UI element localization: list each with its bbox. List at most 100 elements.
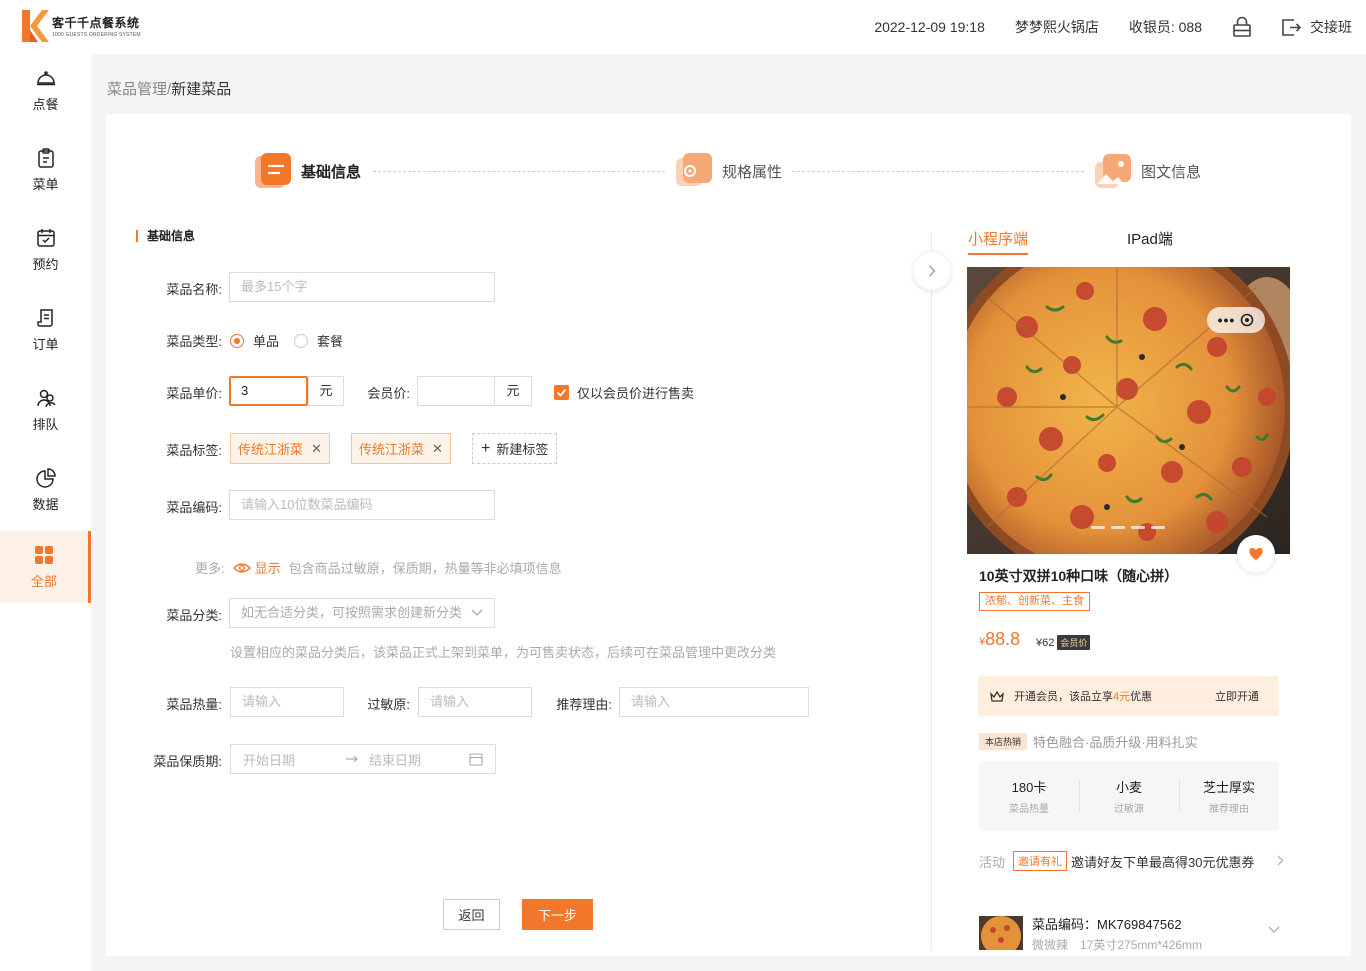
code-label: 菜品编码: [166, 500, 222, 515]
breadcrumb: 菜品管理/新建菜品 [107, 78, 231, 99]
hot-badge: 本店热销 [979, 733, 1028, 750]
sidebar-item-orders[interactable]: 订单 [0, 294, 91, 366]
type-radio-single[interactable]: 单品 [230, 331, 279, 350]
more-dots-icon[interactable]: ••• [1218, 312, 1236, 328]
logo-title: 客千千点餐系统 [52, 16, 140, 30]
settings-step-icon [676, 153, 712, 186]
tags-label: 菜品标签: [166, 443, 222, 458]
step-basic-info[interactable]: 基础信息 [254, 152, 361, 190]
step-spec-attr[interactable]: 规格属性 [675, 152, 782, 190]
price-label: 菜品单价: [166, 386, 222, 401]
sidebar-item-all[interactable]: 全部 [0, 531, 91, 603]
stat-key: 过敏源 [1114, 804, 1144, 815]
type-radio-combo[interactable]: 套餐 [294, 331, 343, 350]
member-badge: 会员价 [1057, 635, 1091, 650]
lock-button[interactable] [1232, 16, 1252, 38]
preview-member-price: ¥62 会员价 [1036, 635, 1091, 650]
sidebar-item-label: 预约 [32, 257, 59, 272]
miniprogram-capsule[interactable]: ••• [1207, 307, 1265, 333]
sidebar-item-order[interactable]: 点餐 [0, 54, 91, 126]
reason-label: 推荐理由: [556, 697, 612, 712]
dish-code-row[interactable]: 菜品编码：MK769847562 微微辣 17英寸275mm*426mm [979, 914, 1284, 954]
queue-icon [36, 389, 56, 408]
step-image-text[interactable]: 图文信息 [1094, 152, 1201, 190]
calendar-icon [36, 229, 55, 247]
sidebar-item-menu[interactable]: 菜单 [0, 134, 91, 206]
shelf-life-range[interactable]: 开始日期 结束日期 [230, 744, 496, 774]
vip-text: 开通会员，该品立享 [1014, 691, 1113, 703]
clipboard-icon [37, 148, 54, 168]
activity-text: 邀请好友下单最高得30元优惠券 [1071, 854, 1255, 870]
vip-banner[interactable]: 开通会员，该品立享 4元 优惠 立即开通 [978, 676, 1279, 716]
radio-dot [230, 333, 244, 348]
allergen-input[interactable]: 请输入 [418, 687, 532, 717]
vip-open-link[interactable]: 立即开通 [1215, 688, 1259, 704]
dish-tag[interactable]: 传统江浙菜 ✕ [351, 433, 451, 464]
eye-icon [232, 562, 251, 573]
store-name: 梦梦熙火锅店 [1014, 19, 1099, 35]
member-price-label: 会员价: [367, 386, 410, 401]
dish-name-input[interactable]: 最多15个字 [229, 272, 495, 302]
calories-input[interactable]: 请输入 [230, 687, 344, 717]
next-button[interactable]: 下一步 [522, 899, 593, 930]
arrow-right-icon [346, 755, 358, 763]
new-tag-button[interactable]: + 新建标签 [472, 433, 558, 464]
heart-icon [1249, 547, 1263, 560]
favorite-button[interactable] [1237, 535, 1275, 573]
activity-row[interactable]: 活动 邀请有礼 邀请好友下单最高得30元优惠券 [979, 851, 1284, 871]
sidebar-item-queue[interactable]: 排队 [0, 374, 91, 446]
handover-button[interactable]: 交接班 [1280, 16, 1352, 38]
sidebar-item-data[interactable]: 数据 [0, 454, 91, 526]
member-only-checkbox[interactable]: 仅以会员价进行售卖 [554, 383, 694, 402]
pie-chart-icon [35, 468, 56, 488]
back-button[interactable]: 返回 [443, 899, 500, 930]
collapse-preview-button[interactable] [913, 252, 951, 290]
new-tag-label: 新建标签 [496, 442, 549, 457]
dish-stats: 180卡 菜品热量 小麦 过敏源 芝士厚实 推荐理由 [979, 761, 1279, 831]
category-select[interactable]: 如无合适分类，可按照需求创建新分类 [229, 598, 495, 628]
plus-icon: + [481, 439, 491, 457]
logo-k-icon [22, 10, 49, 42]
sidebar: 点餐 菜单 预约 订单 排队 数据 全部 [0, 54, 91, 971]
reason-input[interactable]: 请输入 [619, 687, 809, 717]
tag-text: 传统江浙菜 [359, 442, 425, 457]
member-price-unit: 元 [495, 376, 532, 406]
section-title: 基础信息 [136, 230, 195, 242]
end-date[interactable]: 结束日期 [369, 750, 421, 769]
member-price-input[interactable] [417, 376, 495, 406]
tab-ipad[interactable]: IPad端 [1127, 228, 1173, 249]
close-icon[interactable]: ✕ [432, 441, 443, 457]
dish-spec-text: 微微辣 17英寸275mm*426mm [1032, 938, 1203, 952]
calendar-icon [469, 753, 483, 766]
member-only-label: 仅以会员价进行售卖 [577, 386, 695, 401]
tab-miniprogram[interactable]: 小程序端 [968, 228, 1028, 249]
dish-code-input[interactable]: 请输入10位数菜品编码 [229, 490, 495, 520]
type-label: 菜品类型: [166, 334, 222, 349]
radio-label: 单品 [253, 334, 280, 349]
logo-subtitle: 1000 GUESTS ORDERING SYSTEM [52, 32, 141, 38]
sidebar-item-label: 全部 [30, 574, 57, 589]
price-input[interactable]: 3 [229, 376, 308, 406]
radio-dot [294, 333, 308, 348]
close-icon[interactable]: ✕ [311, 441, 322, 457]
hot-desc: 特色融合·品质升级·用料扎实 [1033, 735, 1198, 750]
start-date[interactable]: 开始日期 [243, 750, 295, 769]
receipt-icon [36, 309, 53, 327]
name-label: 菜品名称: [166, 282, 222, 297]
dish-tag[interactable]: 传统江浙菜 ✕ [230, 433, 330, 464]
target-icon[interactable] [1240, 313, 1254, 327]
category-label: 菜品分类: [166, 608, 222, 623]
top-header: 客千千点餐系统 1000 GUESTS ORDERING SYSTEM 2022… [0, 0, 1366, 54]
preview-tags: 浓郁、创新菜、主食 [979, 592, 1090, 611]
category-hint: 设置相应的菜品分类后，该菜品正式上架到菜单，为可售卖状态，后续可在菜品管理中更改… [230, 645, 777, 660]
breadcrumb-parent[interactable]: 菜品管理 [107, 81, 167, 98]
show-more-toggle[interactable]: 显示 [229, 558, 281, 577]
preview-dish-name: 10英寸双拼10种口味（随心拼） [979, 568, 1179, 584]
dish-code-text: 菜品编码：MK769847562 [1032, 917, 1182, 932]
handover-label: 交接班 [1310, 19, 1352, 35]
stat-value: 小麦 [1115, 780, 1142, 795]
datetime: 2022-12-09 19:18 [874, 19, 985, 35]
lock-icon [1233, 16, 1251, 37]
sidebar-item-reservation[interactable]: 预约 [0, 214, 91, 286]
sidebar-item-label: 数据 [32, 497, 59, 512]
